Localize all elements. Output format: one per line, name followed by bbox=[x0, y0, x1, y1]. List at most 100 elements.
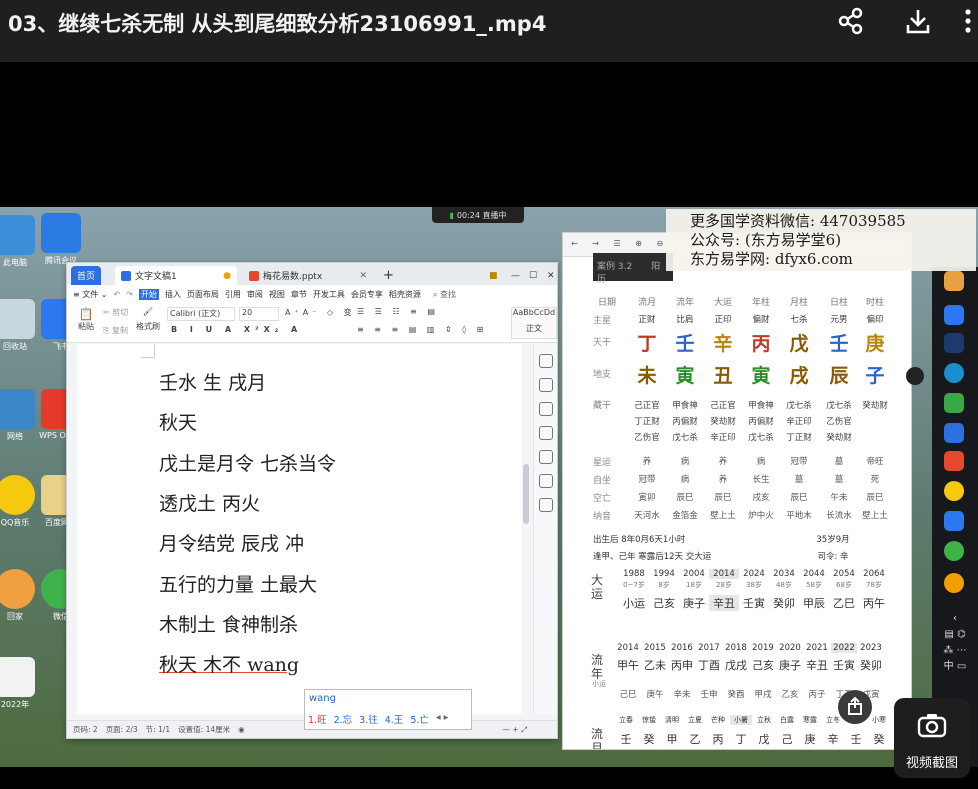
dayun-ganzhi[interactable]: 庚子 bbox=[679, 595, 709, 611]
liunian-ganzhi[interactable]: 庚子 bbox=[777, 657, 803, 673]
image-icon[interactable] bbox=[538, 474, 553, 488]
format-painter-button[interactable]: 🖌 格式刷 bbox=[135, 307, 161, 332]
undo-icon[interactable]: ↶ bbox=[114, 290, 121, 299]
share-float-button[interactable] bbox=[838, 690, 872, 724]
liuyue-stem[interactable]: 壬 bbox=[615, 731, 637, 747]
menu-review[interactable]: 审阅 bbox=[247, 289, 263, 300]
dayun-ganzhi[interactable]: 癸卯 bbox=[769, 595, 799, 611]
desktop-icon-home[interactable]: 回家 bbox=[0, 569, 38, 622]
window-close-icon[interactable]: ✕ bbox=[541, 266, 561, 285]
dayun-ganzhi[interactable]: 丙午 bbox=[859, 595, 889, 611]
edge-icon[interactable] bbox=[944, 363, 964, 383]
liuyue-stem[interactable]: 乙 bbox=[684, 731, 706, 747]
dayun-ganzhi[interactable]: 甲辰 bbox=[799, 595, 829, 611]
font-name-select[interactable]: Calibri (正文) bbox=[167, 307, 235, 321]
paste-button[interactable]: 📋 粘贴 bbox=[75, 307, 97, 332]
dayun-ganzhi[interactable]: 辛丑 bbox=[709, 595, 739, 611]
sun-icon[interactable] bbox=[944, 573, 964, 593]
desktop-icon-2022[interactable]: 2022年 bbox=[0, 657, 38, 710]
blue-app-icon[interactable] bbox=[944, 423, 964, 443]
nav-arrows[interactable]: ← → ☰ ⊕ ⊖ bbox=[571, 239, 669, 248]
eye-icon[interactable]: ◉ bbox=[238, 725, 245, 734]
menu-insert[interactable]: 插入 bbox=[165, 289, 181, 300]
redo-icon[interactable]: ↷ bbox=[126, 290, 133, 299]
ime-page-arrows[interactable]: ◂ ▸ bbox=[436, 712, 449, 726]
menu-view[interactable]: 视图 bbox=[269, 289, 285, 300]
liuyue-stem[interactable]: 癸 bbox=[868, 731, 890, 747]
rocket-icon[interactable] bbox=[538, 354, 553, 368]
menu-reference[interactable]: 引用 bbox=[225, 289, 241, 300]
photoshop-icon[interactable] bbox=[944, 333, 964, 353]
style-normal-button[interactable]: AaBbCcDd 正文 bbox=[511, 307, 557, 339]
desktop-icon-network[interactable]: 网络 bbox=[0, 389, 38, 442]
tab-home[interactable]: 首页 bbox=[71, 266, 102, 285]
system-tray[interactable]: ‹ ▤ ⌬ ⁂ ⋯ 中 ▭ bbox=[938, 611, 972, 675]
dayun-ganzhi[interactable]: 乙巳 bbox=[829, 595, 859, 611]
liuyue-stem[interactable]: 癸 bbox=[638, 731, 660, 747]
sliders-icon[interactable] bbox=[538, 426, 553, 440]
liunian-ganzhi[interactable]: 戊戌 bbox=[723, 657, 749, 673]
text-format-buttons[interactable]: B I U A X²X₂ A bbox=[171, 325, 302, 334]
liuyue-stem[interactable]: 辛 bbox=[822, 731, 844, 747]
liuyue-stem[interactable]: 庚 bbox=[799, 731, 821, 747]
ime-candidate[interactable]: 5.亡 bbox=[410, 712, 429, 726]
scrollbar[interactable] bbox=[523, 464, 529, 524]
desktop-icon-computer[interactable]: 此电脑 bbox=[0, 215, 38, 268]
ime-candidate[interactable]: 3.往 bbox=[359, 712, 378, 726]
ime-candidate[interactable]: 4.王 bbox=[385, 712, 404, 726]
liuyue-stem[interactable]: 甲 bbox=[661, 731, 683, 747]
liunian-ganzhi[interactable]: 丙申 bbox=[669, 657, 695, 673]
share-icon[interactable] bbox=[836, 6, 866, 36]
menu-dev-tools[interactable]: 开发工具 bbox=[313, 289, 345, 300]
liunian-ganzhi[interactable]: 乙未 bbox=[642, 657, 668, 673]
document-page[interactable]: 壬水 生 戌月 秋天 戊土是月令 七杀当令 透戊土 丙火 月令结党 辰戌 冲 五… bbox=[77, 344, 522, 714]
font-size-select[interactable]: 20 bbox=[239, 307, 279, 321]
list-buttons[interactable]: ☰ ☰ ☷ ≡ ▤ bbox=[357, 307, 439, 316]
tab-ppt[interactable]: 梅花易数.pptx ✕ bbox=[243, 266, 373, 285]
liunian-ganzhi[interactable]: 癸卯 bbox=[858, 657, 884, 673]
menu-layout[interactable]: 页面布局 bbox=[187, 289, 219, 300]
menu-docer[interactable]: 稻壳资源 bbox=[389, 289, 421, 300]
liunian-ganzhi[interactable]: 壬寅 bbox=[831, 657, 857, 673]
zoom-controls[interactable]: — + ⤢ bbox=[502, 725, 527, 735]
copy-button[interactable]: ⎘ 复制 bbox=[103, 325, 128, 336]
font-size-buttons[interactable]: A⁺A⁻ ◇ 变 bbox=[285, 307, 356, 318]
pen-icon[interactable] bbox=[538, 378, 553, 392]
wechat-icon[interactable] bbox=[944, 541, 964, 561]
liunian-ganzhi[interactable]: 丁酉 bbox=[696, 657, 722, 673]
wps-icon[interactable] bbox=[944, 451, 964, 471]
liunian-ganzhi[interactable]: 辛丑 bbox=[804, 657, 830, 673]
ime-candidate[interactable]: 2.忘 bbox=[334, 712, 353, 726]
location-icon[interactable] bbox=[538, 498, 553, 512]
video-screenshot-button[interactable]: 视频截图 bbox=[894, 698, 970, 778]
cursor-icon[interactable] bbox=[538, 402, 553, 416]
desktop-icon-tencent-meeting[interactable]: 腾讯会议 bbox=[38, 213, 84, 266]
liuyue-stem[interactable]: 丁 bbox=[730, 731, 752, 747]
music-icon[interactable] bbox=[944, 481, 964, 501]
search-box[interactable]: ⌕ 查找 bbox=[433, 289, 456, 300]
dayun-ganzhi[interactable]: 小运 bbox=[619, 595, 649, 611]
tab-document[interactable]: 文字文稿1 ● bbox=[115, 266, 237, 285]
liunian-ganzhi[interactable]: 己亥 bbox=[750, 657, 776, 673]
ime-candidate[interactable]: 1.旺 bbox=[308, 712, 327, 726]
help-icon[interactable] bbox=[538, 450, 553, 464]
menu-member[interactable]: 会员专享 bbox=[351, 289, 383, 300]
new-tab-button[interactable]: + bbox=[377, 266, 400, 285]
download-icon[interactable] bbox=[903, 6, 933, 36]
lark-icon[interactable] bbox=[944, 511, 964, 531]
desktop-icon-recycle-bin[interactable]: 回收站 bbox=[0, 299, 38, 352]
menu-chapter[interactable]: 章节 bbox=[291, 289, 307, 300]
liuyue-stem[interactable]: 己 bbox=[776, 731, 798, 747]
mail-icon[interactable] bbox=[944, 305, 964, 325]
liunian-ganzhi[interactable]: 甲午 bbox=[615, 657, 641, 673]
cut-button[interactable]: ✂ 剪切 bbox=[103, 307, 128, 318]
close-icon[interactable]: ✕ bbox=[359, 271, 367, 281]
store-icon[interactable] bbox=[944, 393, 964, 413]
dayun-ganzhi[interactable]: 壬寅 bbox=[739, 595, 769, 611]
avatar[interactable]: ■ bbox=[483, 266, 504, 285]
liuyue-stem[interactable]: 戊 bbox=[753, 731, 775, 747]
menu-file[interactable]: ≡ 文件 ⌄ bbox=[73, 289, 108, 300]
menu-start[interactable]: 开始 bbox=[138, 288, 159, 300]
liuyue-stem[interactable]: 丙 bbox=[707, 731, 729, 747]
folder-icon[interactable] bbox=[944, 271, 964, 291]
